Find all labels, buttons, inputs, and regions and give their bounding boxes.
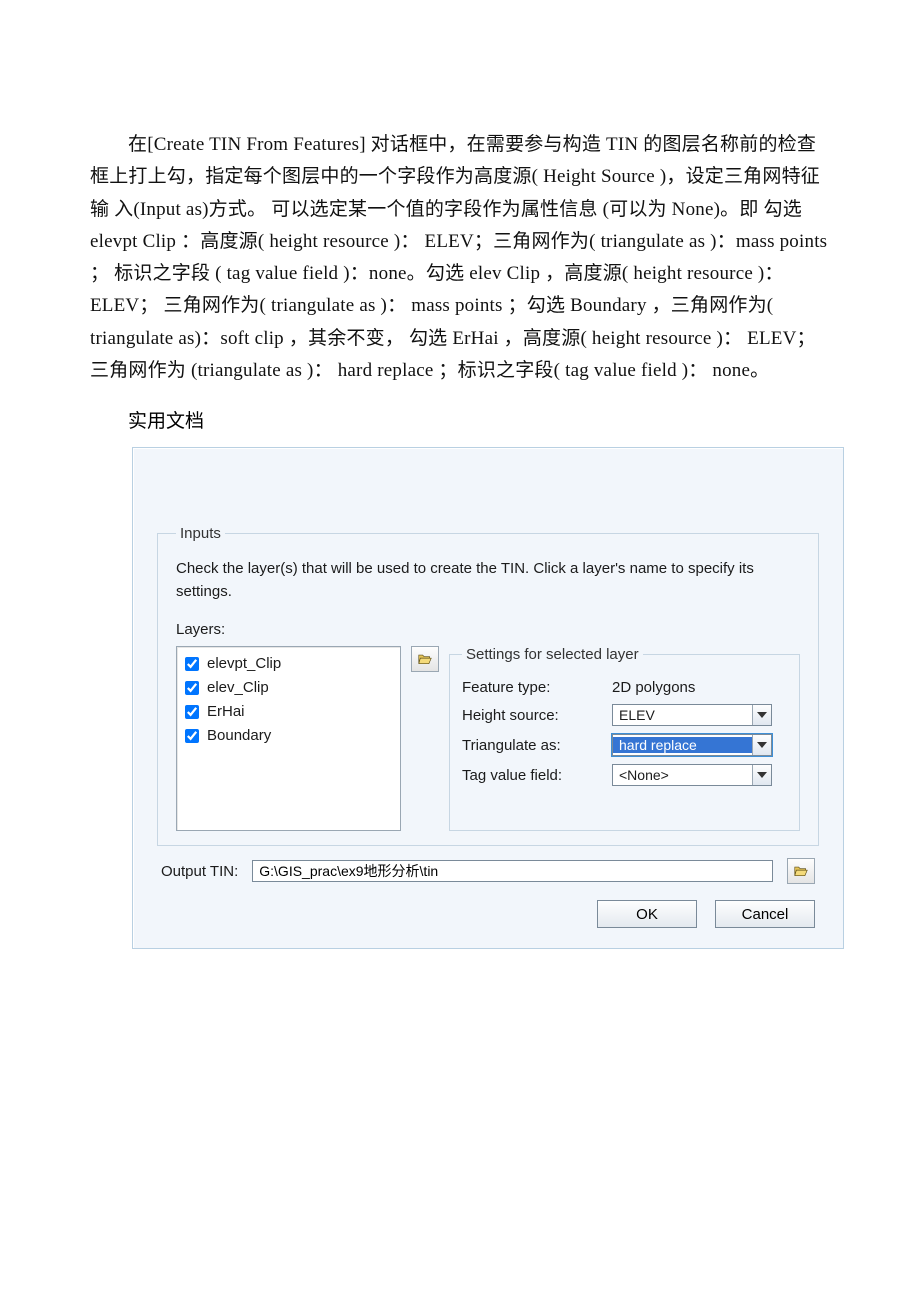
chevron-down-icon (752, 735, 771, 755)
layer-item[interactable]: Boundary (185, 727, 392, 745)
doc-footer-label: 实用文档 (90, 406, 830, 433)
triangulate-as-selected: hard replace (613, 737, 752, 753)
chevron-down-icon (752, 765, 771, 785)
layers-label: Layers: (176, 621, 800, 638)
layer-item[interactable]: elevpt_Clip (185, 655, 392, 673)
settings-fieldset: Settings for selected layer Feature type… (449, 646, 800, 831)
layer-label: elev_Clip (207, 679, 269, 697)
layer-checkbox-erhai[interactable] (185, 705, 199, 719)
feature-type-value: 2D polygons (612, 679, 787, 696)
layer-checkbox-elevpt-clip[interactable] (185, 657, 199, 671)
cancel-button[interactable]: Cancel (715, 900, 815, 928)
height-source-selected: ELEV (613, 707, 752, 723)
folder-open-icon (794, 863, 808, 879)
tag-value-label: Tag value field: (462, 767, 602, 784)
ok-button[interactable]: OK (597, 900, 697, 928)
height-source-combo[interactable]: ELEV (612, 704, 772, 726)
layer-item[interactable]: elev_Clip (185, 679, 392, 697)
inputs-legend: Inputs (176, 525, 225, 542)
inputs-instruction: Check the layer(s) that will be used to … (176, 558, 800, 603)
tag-value-combo[interactable]: <None> (612, 764, 772, 786)
layer-label: Boundary (207, 727, 271, 745)
triangulate-as-label: Triangulate as: (462, 737, 602, 754)
folder-open-icon (418, 651, 432, 667)
layer-checkbox-boundary[interactable] (185, 729, 199, 743)
layer-item[interactable]: ErHai (185, 703, 392, 721)
layers-listbox[interactable]: elevpt_Clip elev_Clip ErHai Boundary (176, 646, 401, 831)
feature-type-label: Feature type: (462, 679, 602, 696)
output-tin-label: Output TIN: (161, 863, 238, 880)
settings-legend: Settings for selected layer (462, 646, 643, 663)
triangulate-as-combo[interactable]: hard replace (612, 734, 772, 756)
chevron-down-icon (752, 705, 771, 725)
browse-layer-button[interactable] (411, 646, 439, 672)
layer-label: elevpt_Clip (207, 655, 281, 673)
tag-value-selected: <None> (613, 767, 752, 783)
output-tin-input[interactable] (252, 860, 773, 882)
inputs-fieldset: Inputs Check the layer(s) that will be u… (157, 525, 819, 846)
layer-checkbox-elev-clip[interactable] (185, 681, 199, 695)
browse-output-button[interactable] (787, 858, 815, 884)
paragraph-instructions: 在[Create TIN From Features] 对话框中，在需要参与构造… (90, 129, 830, 387)
layer-label: ErHai (207, 703, 245, 721)
create-tin-dialog: www.bdoox.co Inputs Check the layer(s) t… (132, 447, 844, 949)
height-source-label: Height source: (462, 707, 602, 724)
